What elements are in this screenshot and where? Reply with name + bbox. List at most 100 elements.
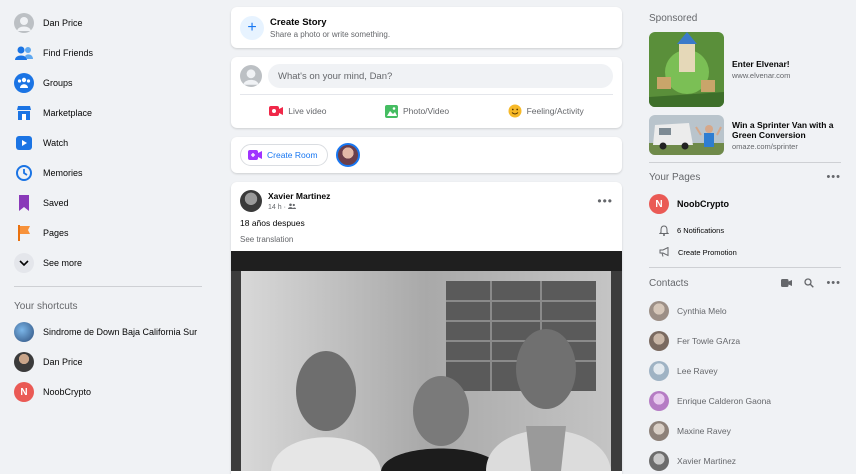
- contact-name: Cynthia Melo: [677, 306, 727, 316]
- sponsored-ad[interactable]: Enter Elvenar! www.elvenar.com: [649, 32, 841, 107]
- more-options-icon[interactable]: •••: [826, 171, 841, 183]
- nav-item-memories[interactable]: Memories: [6, 158, 206, 188]
- sponsored-title: Sponsored: [649, 12, 698, 24]
- divider: [14, 286, 202, 287]
- nav-item-marketplace[interactable]: Marketplace: [6, 98, 206, 128]
- contact-avatar: [649, 391, 669, 411]
- contact-item[interactable]: Lee Ravey: [649, 356, 841, 386]
- nav-item-pages[interactable]: Pages: [6, 218, 206, 248]
- chevron-down-icon: [14, 253, 34, 273]
- new-room-icon[interactable]: [781, 279, 793, 287]
- live-video-icon: [269, 106, 284, 116]
- shortcut-item[interactable]: N NoobCrypto: [6, 377, 206, 407]
- post-author[interactable]: Xavier Martinez: [268, 191, 330, 201]
- nav-label: Dan Price: [43, 18, 83, 28]
- live-video-label: Live video: [288, 106, 327, 116]
- contact-item[interactable]: Fer Towle GArza: [649, 326, 841, 356]
- contact-name: Maxine Ravey: [677, 426, 731, 436]
- contact-item[interactable]: Xavier Martinez: [649, 446, 841, 474]
- ad-title: Enter Elvenar!: [732, 59, 790, 69]
- more-options-icon[interactable]: •••: [597, 194, 613, 208]
- story-title: Create Story: [270, 16, 327, 28]
- megaphone-icon: [659, 247, 669, 257]
- feeling-activity-button[interactable]: Feeling/Activity: [508, 104, 584, 118]
- left-sidebar: Dan Price Find Friends Groups Marketplac…: [6, 8, 206, 407]
- nav-label: Marketplace: [43, 108, 93, 118]
- contact-avatar: [649, 361, 669, 381]
- post-time[interactable]: 14 h ·: [268, 204, 286, 211]
- divider: [649, 267, 841, 268]
- page-item[interactable]: N NoobCrypto: [649, 189, 841, 219]
- ad-url: omaze.com/sprinter: [732, 141, 798, 151]
- page-avatar: N: [14, 382, 34, 402]
- search-icon[interactable]: [804, 278, 815, 288]
- notifications-label: 6 Notifications: [677, 225, 725, 235]
- contact-name: Lee Ravey: [677, 366, 718, 376]
- shortcut-label: NoobCrypto: [43, 387, 92, 397]
- nav-label: Saved: [43, 198, 69, 208]
- nav-label: See more: [43, 258, 83, 268]
- create-story-card[interactable]: + Create Story Share a photo or write so…: [231, 7, 622, 48]
- contacts-title: Contacts: [649, 277, 689, 289]
- shortcut-label: Sindrome de Down Baja California Sur: [43, 327, 198, 337]
- post-photo[interactable]: [231, 251, 622, 471]
- post-input[interactable]: What's on your mind, Dan?: [268, 64, 613, 88]
- pages-icon: [14, 223, 34, 243]
- nav-item-see-more[interactable]: See more: [6, 248, 206, 278]
- ad-title: Win a Sprinter Van with a Green Conversi…: [732, 119, 834, 140]
- contact-name: Xavier Martinez: [677, 456, 737, 466]
- post-composer: What's on your mind, Dan? Live video Pho…: [231, 57, 622, 128]
- contact-avatar[interactable]: [335, 143, 360, 167]
- feeling-activity-label: Feeling/Activity: [526, 106, 584, 116]
- profile-avatar: [240, 65, 262, 87]
- photo-icon: [384, 104, 398, 118]
- page-avatar: N: [649, 194, 669, 214]
- nav-item-watch[interactable]: Watch: [6, 128, 206, 158]
- contact-item[interactable]: Cynthia Melo: [649, 296, 841, 326]
- nav-label: Find Friends: [43, 48, 94, 58]
- post-text: 18 años despues: [240, 218, 305, 228]
- create-room-button[interactable]: Create Room: [240, 144, 328, 166]
- contact-item[interactable]: Enrique Calderon Gaona: [649, 386, 841, 416]
- contact-item[interactable]: Maxine Ravey: [649, 416, 841, 446]
- live-video-button[interactable]: Live video: [269, 105, 327, 117]
- your-pages-title: Your Pages: [649, 171, 701, 183]
- plus-icon: +: [240, 15, 264, 40]
- create-promotion-link[interactable]: Create Promotion: [649, 241, 841, 263]
- friends-icon: [14, 43, 34, 63]
- smiley-icon: [508, 104, 522, 118]
- author-avatar[interactable]: [240, 190, 262, 212]
- profile-avatar: [14, 13, 34, 33]
- shortcut-item[interactable]: Dan Price: [6, 347, 206, 377]
- marketplace-icon: [14, 103, 34, 123]
- sponsored-ad[interactable]: Win a Sprinter Van with a Green Conversi…: [649, 115, 841, 155]
- nav-label: Pages: [43, 228, 69, 238]
- nav-item-saved[interactable]: Saved: [6, 188, 206, 218]
- shortcuts-title: Your shortcuts: [14, 300, 78, 312]
- bell-icon: [659, 224, 669, 236]
- shortcut-item[interactable]: Sindrome de Down Baja California Sur: [6, 317, 206, 347]
- ad-image: [649, 32, 724, 107]
- ad-url: www.elvenar.com: [732, 71, 791, 80]
- watch-icon: [14, 133, 34, 153]
- create-promotion-label: Create Promotion: [678, 247, 737, 257]
- news-feed: + Create Story Share a photo or write so…: [231, 7, 622, 474]
- more-options-icon[interactable]: •••: [826, 277, 841, 289]
- see-translation-link[interactable]: See translation: [231, 228, 622, 244]
- nav-item-find-friends[interactable]: Find Friends: [6, 38, 206, 68]
- nav-item-groups[interactable]: Groups: [6, 68, 206, 98]
- feed-post: Xavier Martinez 14 h · ••• 18 años despu…: [231, 182, 622, 474]
- story-subtitle: Share a photo or write something.: [270, 29, 391, 39]
- contact-name: Enrique Calderon Gaona: [677, 396, 772, 406]
- nav-label: Memories: [43, 168, 83, 178]
- nav-item-profile[interactable]: Dan Price: [6, 8, 206, 38]
- friends-audience-icon: [287, 203, 296, 211]
- notifications-link[interactable]: 6 Notifications: [649, 219, 841, 241]
- rooms-card: Create Room: [231, 137, 622, 173]
- photo-video-button[interactable]: Photo/Video: [384, 104, 449, 118]
- page-name: NoobCrypto: [677, 199, 729, 209]
- nav-label: Watch: [43, 138, 69, 148]
- contact-avatar: [649, 331, 669, 351]
- contact-avatar: [649, 301, 669, 321]
- group-avatar: [14, 322, 34, 342]
